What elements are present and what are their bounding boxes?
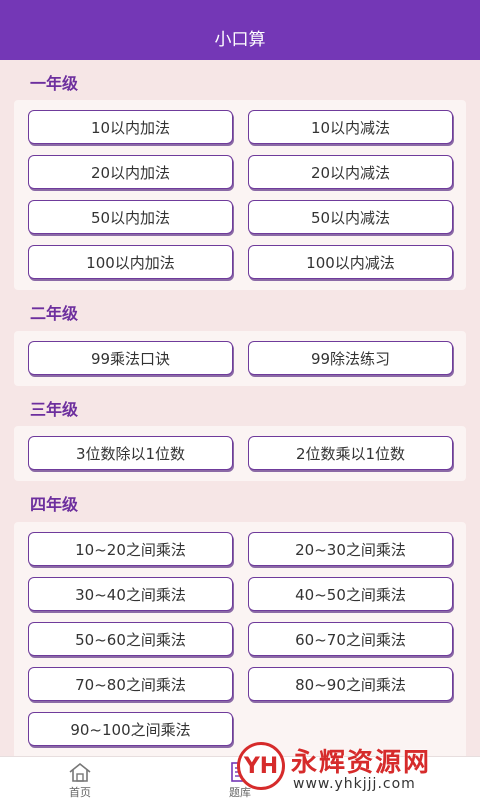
- section-title-grade3: 三年级: [30, 400, 79, 419]
- panel-grade4: 10~20之间乘法 20~30之间乘法 30~40之间乘法 40~50之间乘法 …: [14, 522, 466, 756]
- practice-button[interactable]: 100以内加法: [28, 245, 233, 279]
- watermark-logo: YH: [237, 742, 285, 790]
- practice-button[interactable]: 60~70之间乘法: [248, 622, 453, 656]
- section-title-grade4: 四年级: [30, 495, 79, 514]
- practice-button[interactable]: 70~80之间乘法: [28, 667, 233, 701]
- panel-grade2: 99乘法口诀 99除法练习: [14, 331, 466, 386]
- nav-item-home[interactable]: 首页: [50, 761, 110, 800]
- practice-button[interactable]: 99乘法口诀: [28, 341, 233, 375]
- home-icon: [69, 762, 91, 782]
- practice-button[interactable]: 20以内减法: [248, 155, 453, 189]
- practice-button[interactable]: 10以内减法: [248, 110, 453, 144]
- practice-button[interactable]: 20以内加法: [28, 155, 233, 189]
- practice-button[interactable]: 3位数除以1位数: [28, 436, 233, 470]
- practice-button[interactable]: 30~40之间乘法: [28, 577, 233, 611]
- practice-button[interactable]: 10以内加法: [28, 110, 233, 144]
- practice-button[interactable]: 90~100之间乘法: [28, 712, 233, 746]
- top-bar: 小口算: [0, 0, 480, 60]
- panel-grade1: 10以内加法 10以内减法 20以内加法 20以内减法 50以内加法 50以内减…: [14, 100, 466, 290]
- practice-button[interactable]: 50以内减法: [248, 200, 453, 234]
- practice-button[interactable]: 50以内加法: [28, 200, 233, 234]
- main-content: 一年级 10以内加法 10以内减法 20以内加法 20以内减法 50以内加法 5…: [0, 60, 480, 756]
- practice-button[interactable]: 100以内减法: [248, 245, 453, 279]
- section-title-grade1: 一年级: [30, 74, 79, 93]
- practice-button[interactable]: 20~30之间乘法: [248, 532, 453, 566]
- section-title-grade2: 二年级: [30, 304, 79, 323]
- practice-button[interactable]: 99除法练习: [248, 341, 453, 375]
- practice-button[interactable]: 10~20之间乘法: [28, 532, 233, 566]
- practice-button[interactable]: 40~50之间乘法: [248, 577, 453, 611]
- watermark-text: 永辉资源网: [291, 748, 432, 778]
- panel-grade3: 3位数除以1位数 2位数乘以1位数: [14, 426, 466, 481]
- watermark-url: www.yhkjjj.com: [293, 776, 416, 792]
- practice-button[interactable]: 50~60之间乘法: [28, 622, 233, 656]
- practice-button[interactable]: 80~90之间乘法: [248, 667, 453, 701]
- page-title: 小口算: [214, 30, 266, 50]
- practice-button[interactable]: 2位数乘以1位数: [248, 436, 453, 470]
- nav-label-home: 首页: [69, 786, 91, 799]
- watermark: YH 永辉资源网 www.yhkjjj.com: [235, 738, 480, 800]
